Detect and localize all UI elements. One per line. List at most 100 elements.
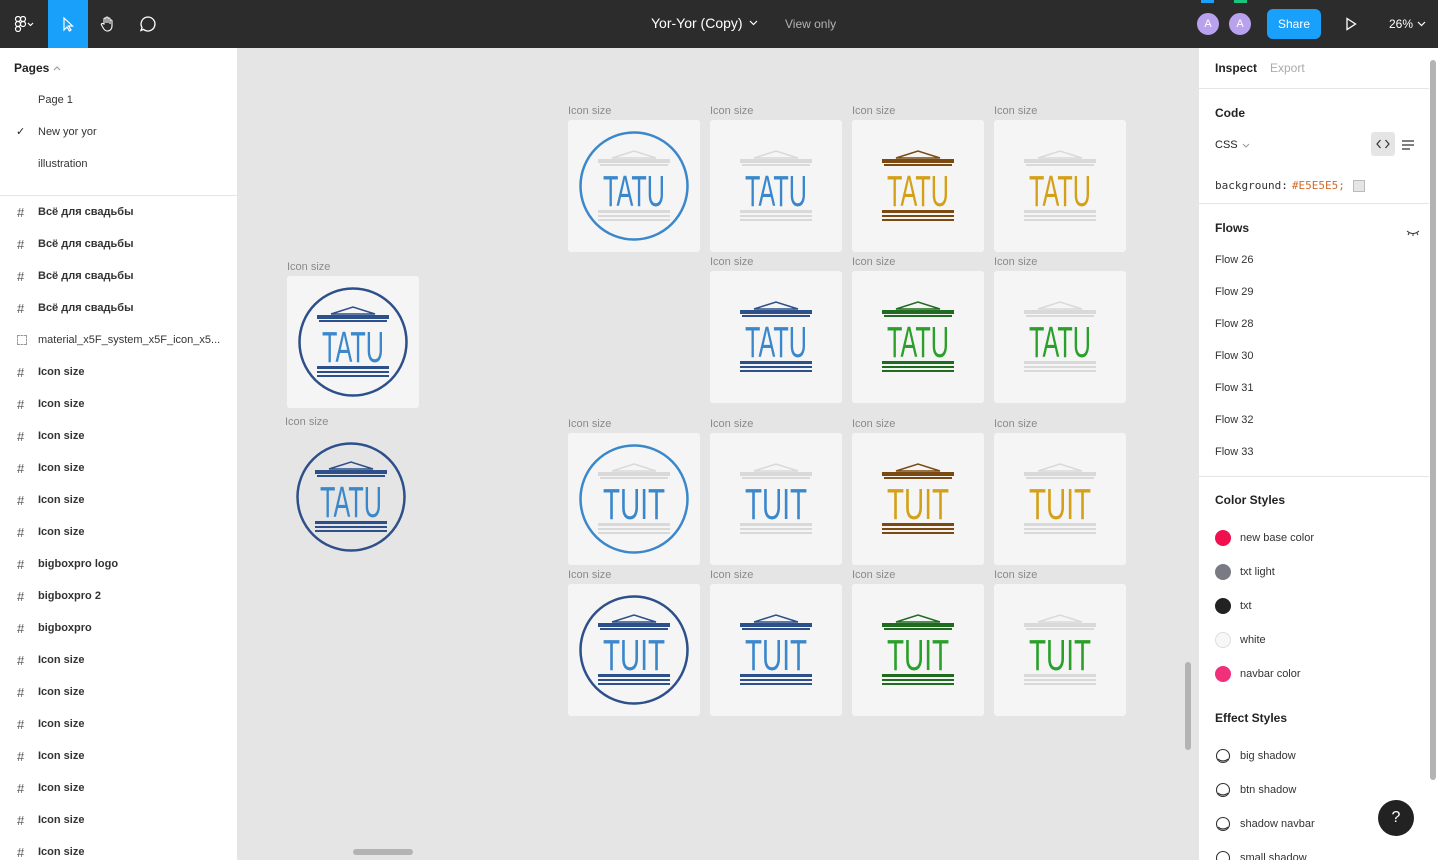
frame-icon: # xyxy=(17,493,25,508)
layer-row[interactable]: # Icon size xyxy=(0,740,237,772)
color-style-name[interactable]: new base color xyxy=(1240,532,1314,544)
icon-frame[interactable]: TUIT xyxy=(710,584,842,716)
code-language-dropdown[interactable]: CSS xyxy=(1215,139,1250,151)
comment-tool-button[interactable] xyxy=(128,0,168,48)
frame-label: Icon size xyxy=(852,105,896,117)
page-item-illustration[interactable]: illustration xyxy=(38,158,88,170)
page-item-page-1[interactable]: Page 1 xyxy=(38,94,73,106)
flow-item[interactable]: Flow 28 xyxy=(1215,318,1254,330)
effect-style-name[interactable]: shadow navbar xyxy=(1240,818,1315,830)
layer-row[interactable]: # Icon size xyxy=(0,356,237,388)
effect-style-name[interactable]: small shadow xyxy=(1240,852,1307,860)
icon-frame[interactable]: TUIT xyxy=(710,433,842,565)
list-icon xyxy=(1402,140,1414,150)
avatar[interactable]: A xyxy=(1196,12,1220,36)
logo-text: TUIT xyxy=(1029,631,1091,680)
zoom-level: 26% xyxy=(1389,17,1414,31)
list-view-toggle[interactable] xyxy=(1401,138,1415,156)
layer-row[interactable]: # bigboxpro 2 xyxy=(0,580,237,612)
icon-frame[interactable]: TATU xyxy=(852,271,984,403)
color-style-name[interactable]: txt xyxy=(1240,600,1252,612)
canvas[interactable]: Icon size TATU Icon size TATU Icon size TATU I… xyxy=(238,48,1198,860)
code-heading: Code xyxy=(1215,106,1245,120)
layer-row[interactable]: # Icon size xyxy=(0,836,237,860)
layer-row[interactable]: # Icon size xyxy=(0,708,237,740)
frame-icon: # xyxy=(17,557,25,572)
building-logo-icon: TUIT xyxy=(1024,463,1096,534)
file-title[interactable]: Yor-Yor (Copy) xyxy=(651,15,758,31)
flow-item[interactable]: Flow 26 xyxy=(1215,254,1254,266)
icon-frame[interactable]: TATU xyxy=(287,276,419,408)
icon-frame[interactable]: TATU xyxy=(568,120,700,252)
hide-flows-toggle[interactable] xyxy=(1406,224,1420,242)
icon-frame[interactable]: TATU xyxy=(994,120,1126,252)
panel-divider xyxy=(1199,476,1429,477)
icon-frame[interactable]: TUIT xyxy=(852,584,984,716)
layer-row[interactable]: # Icon size xyxy=(0,420,237,452)
icon-frame[interactable]: TATU xyxy=(285,431,417,563)
figma-logo-icon xyxy=(14,16,34,32)
icon-frame[interactable]: TUIT xyxy=(568,433,700,565)
layer-row[interactable]: # Всё для свадьбы xyxy=(0,196,237,228)
page-item-new-yor-yor[interactable]: New yor yor xyxy=(38,126,97,138)
pages-header[interactable]: Pages xyxy=(14,61,61,75)
layer-row[interactable]: # Icon size xyxy=(0,772,237,804)
logo-text: TUIT xyxy=(887,480,949,529)
tab-inspect[interactable]: Inspect xyxy=(1215,61,1257,75)
move-tool-button[interactable] xyxy=(48,0,88,48)
layer-row[interactable]: # Icon size xyxy=(0,804,237,836)
layer-name: Icon size xyxy=(38,366,85,378)
layer-row[interactable]: # Icon size xyxy=(0,676,237,708)
icon-frame[interactable]: TUIT xyxy=(994,584,1126,716)
flow-item[interactable]: Flow 32 xyxy=(1215,414,1254,426)
flow-item[interactable]: Flow 31 xyxy=(1215,382,1254,394)
effect-style-name[interactable]: big shadow xyxy=(1240,750,1296,762)
layer-row[interactable]: # Icon size xyxy=(0,484,237,516)
hand-icon xyxy=(100,16,113,32)
present-button[interactable] xyxy=(1338,0,1364,48)
flow-item[interactable]: Flow 33 xyxy=(1215,446,1254,458)
hand-tool-button[interactable] xyxy=(88,0,128,48)
icon-frame[interactable]: TUIT xyxy=(994,433,1126,565)
help-button[interactable]: ? xyxy=(1378,800,1414,836)
layer-row[interactable]: material_x5F_system_x5F_icon_x5... xyxy=(0,324,237,356)
layer-row[interactable]: # bigboxpro logo xyxy=(0,548,237,580)
layer-row[interactable]: # Icon size xyxy=(0,516,237,548)
building-logo-icon: TUIT xyxy=(1024,614,1096,685)
zoom-dropdown[interactable]: 26% xyxy=(1389,17,1426,31)
color-style-name[interactable]: txt light xyxy=(1240,566,1275,578)
effect-style-name[interactable]: btn shadow xyxy=(1240,784,1296,796)
share-button[interactable]: Share xyxy=(1267,9,1321,39)
layer-row[interactable]: # Icon size xyxy=(0,388,237,420)
flow-item[interactable]: Flow 30 xyxy=(1215,350,1254,362)
main-menu-button[interactable] xyxy=(0,0,48,48)
layer-row[interactable]: # bigboxpro xyxy=(0,612,237,644)
code-view-toggle[interactable] xyxy=(1371,132,1395,156)
icon-frame[interactable]: TUIT xyxy=(852,433,984,565)
flow-item[interactable]: Flow 29 xyxy=(1215,286,1254,298)
presence-indicator xyxy=(1234,0,1247,3)
layer-row[interactable]: # Всё для свадьбы xyxy=(0,260,237,292)
vertical-scrollbar[interactable] xyxy=(1185,662,1191,750)
icon-frame[interactable]: TUIT xyxy=(568,584,700,716)
icon-frame[interactable]: TATU xyxy=(710,271,842,403)
building-logo-icon: TUIT xyxy=(579,595,689,705)
layer-row[interactable]: # Icon size xyxy=(0,644,237,676)
icon-frame[interactable]: TATU xyxy=(710,120,842,252)
inspect-panel-scrollbar[interactable] xyxy=(1430,60,1436,780)
color-style-name[interactable]: navbar color xyxy=(1240,668,1301,680)
flows-heading: Flows xyxy=(1215,221,1250,235)
layer-row[interactable]: # Всё для свадьбы xyxy=(0,292,237,324)
tab-export[interactable]: Export xyxy=(1270,61,1305,75)
horizontal-scrollbar[interactable] xyxy=(353,849,413,855)
layer-row[interactable]: # Всё для свадьбы xyxy=(0,228,237,260)
logo-text: TATU xyxy=(745,167,807,216)
icon-frame[interactable]: TATU xyxy=(852,120,984,252)
layer-name: Icon size xyxy=(38,782,85,794)
avatar[interactable]: A xyxy=(1228,12,1252,36)
layer-row[interactable]: # Icon size xyxy=(0,452,237,484)
color-style-name[interactable]: white xyxy=(1240,634,1266,646)
frame-icon: # xyxy=(17,621,25,636)
icon-frame[interactable]: TATU xyxy=(994,271,1126,403)
play-icon xyxy=(1346,17,1357,31)
